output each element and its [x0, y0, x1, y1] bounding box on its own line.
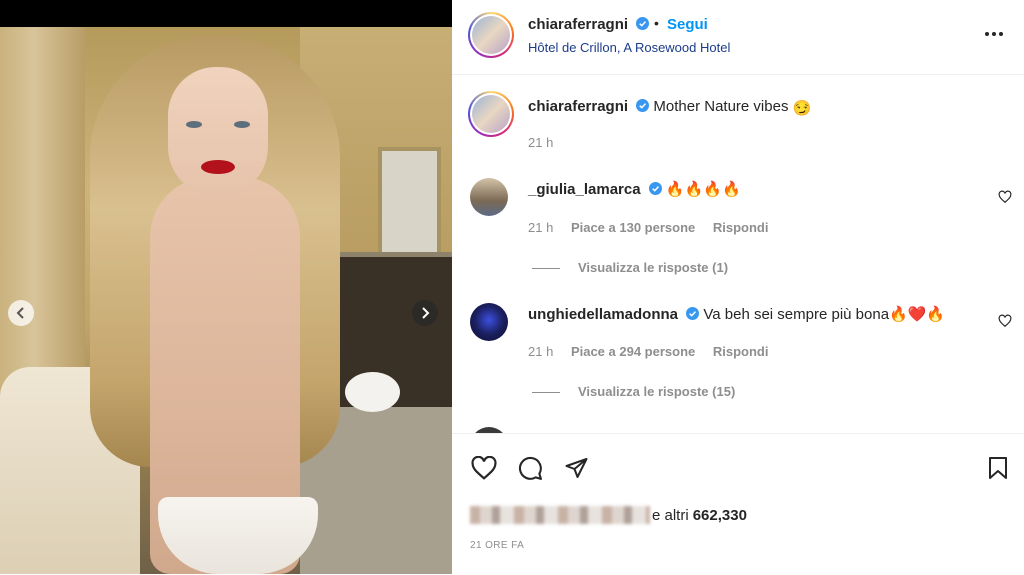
likes-count[interactable]: 662,330 [693, 507, 747, 524]
more-horizontal-icon [985, 32, 1003, 36]
follow-button[interactable]: Segui [667, 16, 708, 33]
photo-eye [186, 121, 202, 128]
comment-avatar[interactable] [470, 178, 508, 216]
post-header: chiaraferragni • Segui Hôtel de Crillon,… [452, 0, 1024, 75]
replies-divider [532, 268, 560, 270]
comment-meta: 21 h Piace a 130 persone Rispondi [528, 220, 768, 235]
heart-outline-icon [471, 456, 497, 480]
author-avatar[interactable] [468, 12, 514, 58]
view-replies-button[interactable]: Visualizza le risposte (1) [532, 260, 728, 275]
carousel-prev-button[interactable] [8, 300, 34, 326]
comment-text: Va beh sei sempre più bona🔥❤️🔥 [703, 306, 946, 323]
comment-likes[interactable]: Piace a 294 persone [571, 344, 695, 359]
comment-age[interactable]: 21 h [528, 220, 553, 235]
comment: _giulia_lamarca 🔥🔥🔥🔥 [528, 180, 741, 198]
comment: unghiedellamadonna Va beh sei sempre più… [528, 305, 945, 323]
view-replies-label: Visualizza le risposte (15) [578, 384, 736, 399]
comment-username[interactable]: _giulia_lamarca [528, 181, 641, 198]
comment-bubble-icon [518, 456, 542, 480]
comment-text: 🔥🔥🔥🔥 [665, 181, 741, 198]
comment-meta: 21 h Piace a 294 persone Rispondi [528, 344, 768, 359]
comment-button[interactable] [516, 454, 544, 482]
caption-meta: 21 h [528, 135, 553, 150]
verified-badge-icon [648, 182, 662, 195]
photo-lips [201, 160, 235, 174]
save-button[interactable] [984, 454, 1012, 482]
caption-text: Mother Nature vibes [653, 98, 789, 115]
chevron-right-icon [422, 307, 430, 319]
more-options-button[interactable] [982, 22, 1006, 46]
like-button[interactable] [470, 454, 498, 482]
caption: chiaraferragni Mother Nature vibes 😏 [528, 98, 811, 117]
location-link[interactable]: Hôtel de Crillon, A Rosewood Hotel [528, 40, 730, 55]
post-actions: e altri 662,330 21 ORE FA [452, 433, 1024, 575]
comment-avatar[interactable] [470, 303, 508, 341]
post-photo[interactable] [0, 27, 452, 574]
paper-plane-icon [565, 458, 587, 478]
post-media-pane [0, 0, 452, 574]
heart-outline-icon[interactable] [998, 314, 1012, 328]
share-button[interactable] [562, 454, 590, 482]
comment-username[interactable]: unghiedellamadonna [528, 306, 678, 323]
photo-window [378, 147, 441, 265]
post-details-pane: chiaraferragni • Segui Hôtel de Crillon,… [452, 0, 1024, 574]
replies-divider [532, 392, 560, 394]
comments-list[interactable]: chiaraferragni Mother Nature vibes 😏 21 … [452, 75, 1024, 433]
verified-badge-icon [686, 307, 700, 320]
view-replies-button[interactable]: Visualizza le risposte (15) [532, 384, 735, 399]
caption-age[interactable]: 21 h [528, 135, 553, 150]
carousel-next-button[interactable] [412, 300, 438, 326]
separator-dot: • [654, 15, 659, 31]
chevron-left-icon [16, 307, 24, 319]
photo-face [168, 67, 268, 197]
liker-avatars-blurred [470, 506, 650, 524]
verified-badge-icon [636, 17, 650, 30]
caption-username[interactable]: chiaraferragni [528, 98, 628, 115]
likes-summary[interactable]: e altri 662,330 [470, 506, 747, 524]
bookmark-icon [989, 457, 1007, 479]
caption-avatar[interactable] [468, 91, 514, 137]
verified-badge-icon [636, 99, 650, 112]
reply-button[interactable]: Rispondi [713, 344, 769, 359]
heart-outline-icon[interactable] [998, 190, 1012, 204]
author-username[interactable]: chiaraferragni [528, 16, 650, 33]
likes-suffix: e altri [652, 506, 689, 524]
reply-button[interactable]: Rispondi [713, 220, 769, 235]
comment-age[interactable]: 21 h [528, 344, 553, 359]
comment-likes[interactable]: Piace a 130 persone [571, 220, 695, 235]
photo-flowers [345, 372, 400, 412]
post-timestamp[interactable]: 21 ORE FA [470, 540, 524, 551]
caption-emoji: 😏 [792, 100, 812, 117]
view-replies-label: Visualizza le risposte (1) [578, 260, 729, 275]
photo-eye [234, 121, 250, 128]
